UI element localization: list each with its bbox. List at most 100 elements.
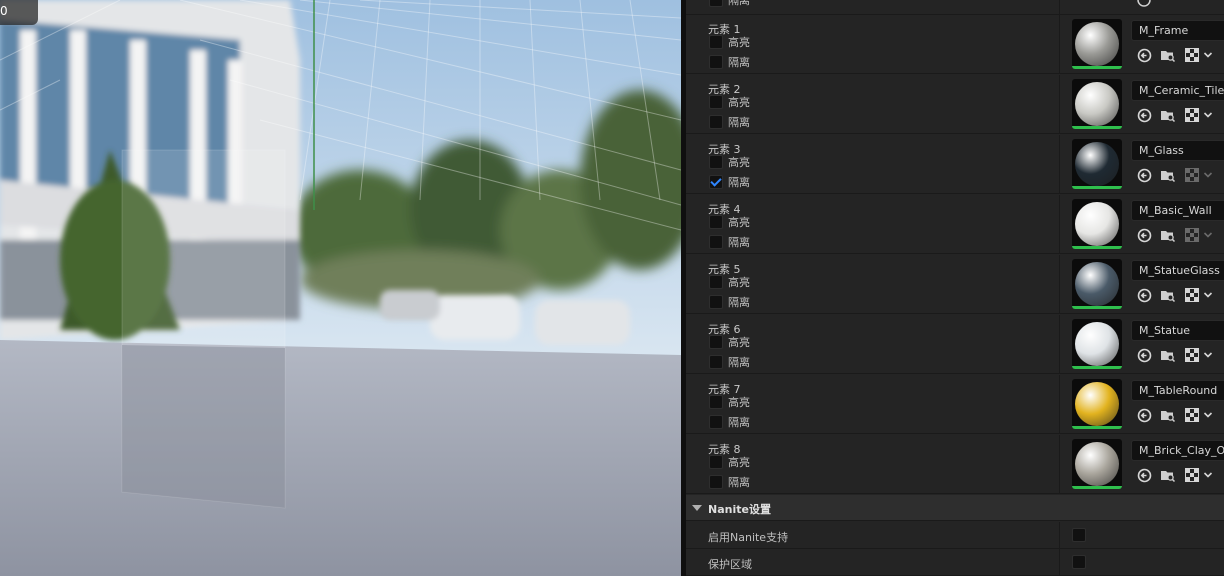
- chevron-down-icon[interactable]: [1203, 166, 1213, 184]
- material-preview-sphere: [1075, 142, 1119, 186]
- use-selected-asset-icon[interactable]: [1135, 0, 1153, 9]
- isolate-label: 隔离: [728, 296, 750, 309]
- use-selected-asset-icon[interactable]: [1135, 346, 1153, 364]
- chevron-down-icon[interactable]: [1203, 46, 1213, 64]
- thumbnail-status-bar: [1072, 426, 1122, 429]
- use-selected-asset-icon[interactable]: [1135, 166, 1153, 184]
- isolate-checkbox[interactable]: [709, 295, 723, 309]
- preserve-area-checkbox[interactable]: [1072, 555, 1086, 569]
- browse-asset-icon[interactable]: [1159, 106, 1177, 124]
- checker-icon[interactable]: [1183, 286, 1201, 304]
- material-thumbnail[interactable]: [1072, 79, 1122, 129]
- column-divider[interactable]: [1059, 375, 1060, 433]
- material-thumbnail[interactable]: [1072, 439, 1122, 489]
- highlight-label: 高亮: [728, 396, 750, 409]
- column-divider[interactable]: [1059, 135, 1060, 193]
- use-selected-asset-icon[interactable]: [1135, 106, 1153, 124]
- material-asset-picker[interactable]: M_Brick_Clay_Ol: [1131, 440, 1224, 461]
- checker-icon[interactable]: [1183, 166, 1201, 184]
- isolate-checkbox[interactable]: [709, 0, 723, 7]
- material-actions: [1135, 46, 1213, 64]
- isolate-checkbox[interactable]: [709, 355, 723, 369]
- chevron-down-icon[interactable]: [1203, 466, 1213, 484]
- material-asset-picker[interactable]: M_Glass: [1131, 140, 1224, 161]
- checker-icon[interactable]: [1183, 346, 1201, 364]
- highlight-checkbox[interactable]: [709, 335, 723, 349]
- isolate-checkbox[interactable]: [709, 175, 723, 189]
- chevron-down-icon[interactable]: [1203, 346, 1213, 364]
- browse-asset-icon[interactable]: [1159, 166, 1177, 184]
- browse-asset-icon[interactable]: [1159, 346, 1177, 364]
- browse-asset-icon[interactable]: [1159, 406, 1177, 424]
- material-thumbnail[interactable]: [1072, 199, 1122, 249]
- isolate-checkbox[interactable]: [709, 115, 723, 129]
- material-thumbnail[interactable]: [1072, 19, 1122, 69]
- highlight-label: 高亮: [728, 456, 750, 469]
- browse-asset-icon[interactable]: [1159, 46, 1177, 64]
- material-asset-picker[interactable]: M_Ceramic_Tile_: [1131, 80, 1224, 101]
- highlight-checkbox[interactable]: [709, 395, 723, 409]
- material-preview-sphere: [1075, 322, 1119, 366]
- material-asset-picker[interactable]: M_Basic_Wall: [1131, 200, 1224, 221]
- level-viewport[interactable]: 0: [0, 0, 681, 576]
- material-actions: [1135, 106, 1213, 124]
- nanite-enable-checkbox[interactable]: [1072, 528, 1086, 542]
- highlight-checkbox[interactable]: [709, 215, 723, 229]
- material-thumbnail[interactable]: [1072, 139, 1122, 189]
- column-divider[interactable]: [1059, 315, 1060, 373]
- column-divider[interactable]: [1059, 255, 1060, 313]
- checker-icon[interactable]: [1183, 46, 1201, 64]
- highlight-checkbox[interactable]: [709, 455, 723, 469]
- column-divider[interactable]: [1059, 15, 1060, 73]
- material-thumbnail[interactable]: [1072, 259, 1122, 309]
- nanite-section-header[interactable]: Nanite设置: [686, 495, 1224, 521]
- highlight-label: 高亮: [728, 156, 750, 169]
- use-selected-asset-icon[interactable]: [1135, 406, 1153, 424]
- isolate-checkbox[interactable]: [709, 235, 723, 249]
- material-slot-row: 元素 8 高亮 隔离 M_Brick_Clay_Ol: [686, 435, 1224, 494]
- preserve-area-label: 保护区域: [708, 558, 752, 571]
- collapse-arrow-icon[interactable]: [692, 505, 702, 511]
- highlight-label: 高亮: [728, 276, 750, 289]
- browse-asset-icon[interactable]: [1159, 286, 1177, 304]
- isolate-label: 隔离: [728, 0, 750, 7]
- checker-icon[interactable]: [1183, 406, 1201, 424]
- highlight-checkbox[interactable]: [709, 35, 723, 49]
- material-slot-row: 元素 6 高亮 隔离 M_Statue: [686, 315, 1224, 374]
- checker-icon[interactable]: [1183, 466, 1201, 484]
- isolate-checkbox[interactable]: [709, 415, 723, 429]
- column-divider[interactable]: [1059, 75, 1060, 133]
- isolate-checkbox[interactable]: [709, 55, 723, 69]
- chevron-down-icon[interactable]: [1203, 226, 1213, 244]
- material-thumbnail[interactable]: [1072, 319, 1122, 369]
- viewport-options-button[interactable]: 0: [0, 0, 38, 25]
- browse-asset-icon[interactable]: [1159, 226, 1177, 244]
- use-selected-asset-icon[interactable]: [1135, 46, 1153, 64]
- use-selected-asset-icon[interactable]: [1135, 226, 1153, 244]
- viewport-options-glyph: 0: [0, 4, 8, 18]
- highlight-checkbox[interactable]: [709, 275, 723, 289]
- highlight-checkbox[interactable]: [709, 155, 723, 169]
- isolate-label: 隔离: [728, 116, 750, 129]
- chevron-down-icon[interactable]: [1203, 286, 1213, 304]
- material-asset-picker[interactable]: M_TableRound: [1131, 380, 1224, 401]
- highlight-checkbox[interactable]: [709, 95, 723, 109]
- browse-asset-icon[interactable]: [1159, 466, 1177, 484]
- isolate-checkbox[interactable]: [709, 475, 723, 489]
- material-slot-row: 元素 4 高亮 隔离 M_Basic_Wall: [686, 195, 1224, 254]
- column-divider[interactable]: [1059, 435, 1060, 493]
- material-thumbnail[interactable]: [1072, 379, 1122, 429]
- material-asset-picker[interactable]: M_StatueGlass: [1131, 260, 1224, 281]
- column-divider[interactable]: [1059, 195, 1060, 253]
- use-selected-asset-icon[interactable]: [1135, 286, 1153, 304]
- use-selected-asset-icon[interactable]: [1135, 466, 1153, 484]
- chevron-down-icon[interactable]: [1203, 406, 1213, 424]
- chevron-down-icon[interactable]: [1203, 106, 1213, 124]
- checker-icon[interactable]: [1183, 226, 1201, 244]
- material-actions: [1135, 286, 1213, 304]
- thumbnail-status-bar: [1072, 126, 1122, 129]
- checker-icon[interactable]: [1183, 106, 1201, 124]
- thumbnail-status-bar: [1072, 66, 1122, 69]
- material-asset-picker[interactable]: M_Statue: [1131, 320, 1224, 341]
- material-asset-picker[interactable]: M_Frame: [1131, 20, 1224, 41]
